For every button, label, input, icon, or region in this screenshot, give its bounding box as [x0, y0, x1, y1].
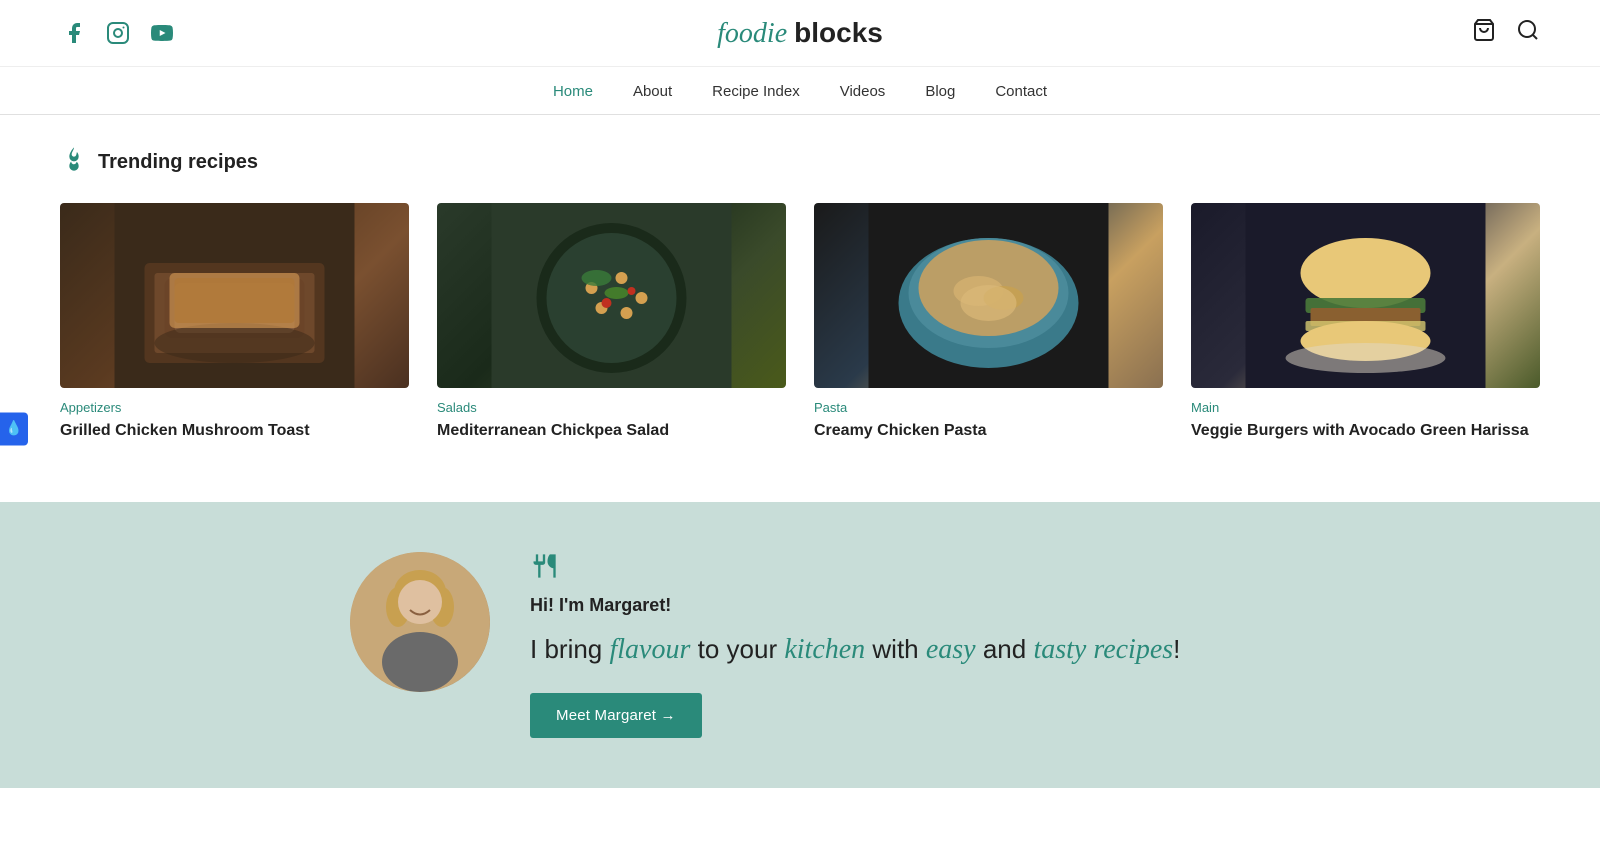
youtube-icon[interactable] [148, 19, 176, 47]
nav-videos[interactable]: Videos [840, 83, 886, 100]
recipe-category-1: Appetizers [60, 400, 409, 415]
tagline-middle1: to your [690, 634, 784, 664]
instagram-icon[interactable] [104, 19, 132, 47]
main-content: Trending recipes Appetizers Grilled Chi [0, 115, 1600, 462]
recipe-card-4[interactable]: Main Veggie Burgers with Avocado Green H… [1191, 203, 1540, 442]
meet-margaret-button[interactable]: Meet Margaret → [530, 693, 702, 738]
nav-contact[interactable]: Contact [995, 83, 1047, 100]
cart-icon[interactable] [1472, 18, 1496, 48]
fire-icon [60, 145, 88, 179]
recipe-category-3: Pasta [814, 400, 1163, 415]
social-links [60, 19, 176, 47]
recipe-title-2: Mediterranean Chickpea Salad [437, 421, 786, 442]
about-inner: Hi! I'm Margaret! I bring flavour to you… [350, 552, 1250, 738]
fork-knife-icon [530, 552, 1250, 587]
hi-text: Hi! I'm Margaret! [530, 595, 1250, 616]
tagline-end: ! [1173, 634, 1180, 664]
tagline-middle2: with [865, 634, 926, 664]
facebook-icon[interactable] [60, 19, 88, 47]
recipe-image-4 [1191, 203, 1540, 388]
recipe-title-1: Grilled Chicken Mushroom Toast [60, 421, 409, 442]
main-nav: Home About Recipe Index Videos Blog Cont… [0, 67, 1600, 115]
logo-blocks: blocks [794, 17, 883, 48]
search-icon[interactable] [1516, 18, 1540, 48]
site-logo[interactable]: foodie blocks [717, 17, 883, 50]
recipe-grid: Appetizers Grilled Chicken Mushroom Toas… [60, 203, 1540, 442]
tagline-word1: flavour [610, 634, 691, 665]
nav-blog[interactable]: Blog [925, 83, 955, 100]
nav-recipe-index[interactable]: Recipe Index [712, 83, 800, 100]
recipe-category-4: Main [1191, 400, 1540, 415]
about-text-block: Hi! I'm Margaret! I bring flavour to you… [530, 552, 1250, 738]
trending-header: Trending recipes [60, 145, 1540, 179]
recipe-title-3: Creamy Chicken Pasta [814, 421, 1163, 442]
recipe-card-2[interactable]: Salads Mediterranean Chickpea Salad [437, 203, 786, 442]
tagline: I bring flavour to your kitchen with eas… [530, 630, 1250, 669]
logo-foodie: foodie [717, 18, 787, 49]
tagline-word2: kitchen [784, 634, 865, 665]
recipe-image-3 [814, 203, 1163, 388]
tagline-middle3: and [976, 634, 1034, 664]
recipe-category-2: Salads [437, 400, 786, 415]
nav-about[interactable]: About [633, 83, 672, 100]
tagline-intro: I bring [530, 634, 610, 664]
recipe-card-3[interactable]: Pasta Creamy Chicken Pasta [814, 203, 1163, 442]
sidebar-icon: 💧 [5, 421, 22, 438]
about-section: Hi! I'm Margaret! I bring flavour to you… [0, 502, 1600, 788]
recipe-title-4: Veggie Burgers with Avocado Green Hariss… [1191, 421, 1540, 442]
recipe-card-1[interactable]: Appetizers Grilled Chicken Mushroom Toas… [60, 203, 409, 442]
avatar [350, 552, 490, 692]
tagline-word3: easy [926, 634, 976, 665]
sidebar-widget[interactable]: 💧 [0, 413, 28, 446]
tagline-word4: tasty recipes [1033, 634, 1173, 665]
recipe-image-1 [60, 203, 409, 388]
header-actions [1472, 18, 1540, 48]
recipe-image-2 [437, 203, 786, 388]
trending-title: Trending recipes [98, 151, 258, 174]
nav-home[interactable]: Home [553, 83, 593, 100]
header: foodie blocks [0, 0, 1600, 67]
